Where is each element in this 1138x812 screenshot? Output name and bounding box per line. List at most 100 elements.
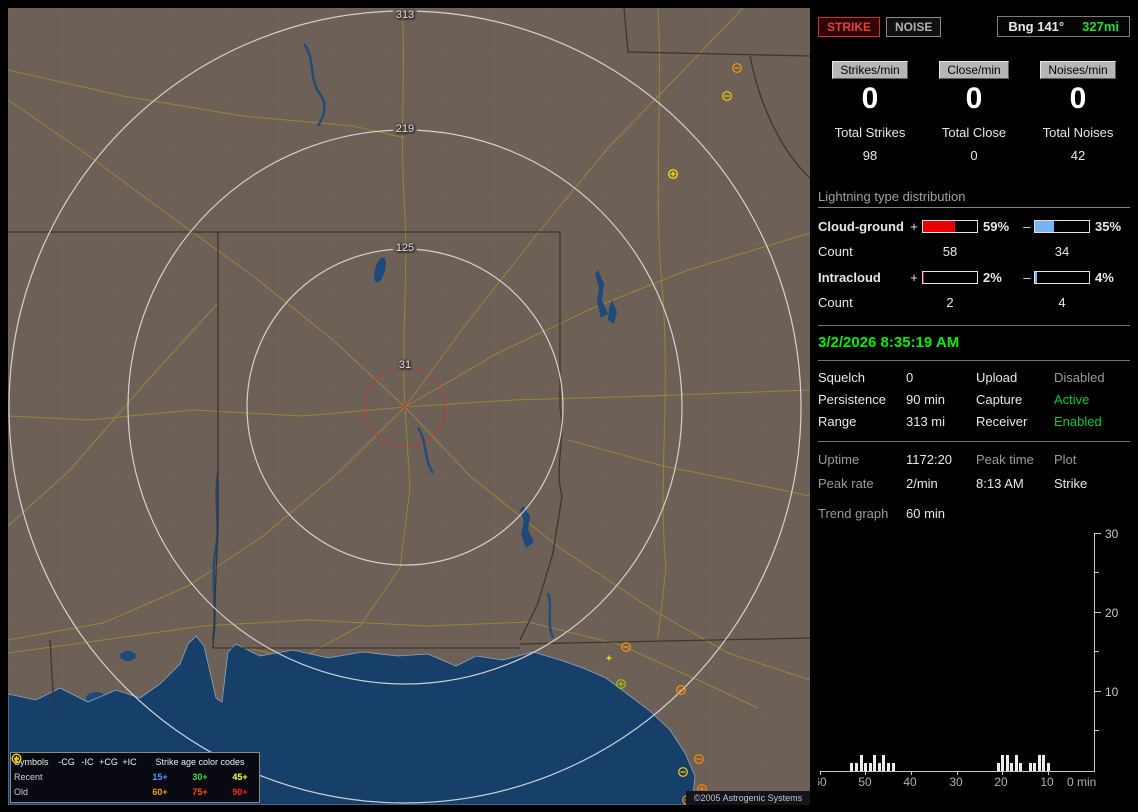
x-tick-20: 20 [994, 775, 1008, 789]
peak-time-value: 8:13 AM [976, 476, 1024, 491]
cloud-ground-label: Cloud-ground [818, 219, 904, 234]
bearing-label: Bng 141° [1008, 19, 1065, 34]
legend-col-neg-cg: -CG [58, 756, 75, 767]
noises-per-min-value: 0 [1069, 82, 1087, 115]
age-45: 45+ [232, 771, 248, 782]
intracloud-row: Intracloud + 2% – 4% [818, 270, 1130, 285]
minus-sign: – [1023, 219, 1031, 234]
trend-plot-area [820, 533, 1095, 772]
cloud-ground-positive-pct: 59% [983, 219, 1010, 234]
receiver-status: Enabled [1054, 414, 1102, 429]
cloud-ground-count-row: Count 58 34 [818, 244, 1130, 259]
total-strikes-label: Total Strikes [834, 125, 906, 140]
age-90: 90+ [232, 786, 248, 797]
capture-label: Capture [976, 392, 1023, 407]
peak-rate-label: Peak rate [818, 476, 874, 491]
strikes-per-min-button[interactable]: Strikes/min [832, 61, 908, 79]
total-noises-value: 42 [1070, 148, 1086, 163]
squelch-label: Squelch [818, 370, 865, 385]
noises-per-min-column: Noises/min 0 Total Noises 42 [1026, 61, 1130, 163]
intracloud-positive-bar [922, 271, 978, 284]
plus-sign: + [910, 219, 918, 234]
control-panel: STRIKE NOISE Bng 141° 327mi Strikes/min … [818, 8, 1130, 805]
noise-mode-button[interactable]: NOISE [886, 16, 942, 37]
rate-counters: Strikes/min 0 Total Strikes 98 Close/min… [818, 61, 1130, 163]
intracloud-positive-pct: 2% [983, 270, 1002, 285]
x-tick-60: 60 [818, 775, 827, 789]
age-30: 30+ [192, 771, 208, 782]
legend-col-pos-ic: +IC [122, 756, 137, 767]
range-label: Range [818, 414, 857, 429]
uptime-value: 1172:20 [906, 452, 953, 467]
capture-status: Active [1054, 392, 1090, 407]
age-15: 15+ [152, 771, 168, 782]
cloud-ground-negative-count: 34 [1054, 244, 1070, 259]
x-tick-50: 50 [858, 775, 872, 789]
bearing-distance: 327mi [1082, 19, 1119, 34]
persistence-label: Persistence [818, 392, 886, 407]
y-tick-30: 30 [1105, 527, 1119, 541]
x-tick-40: 40 [903, 775, 917, 789]
y-tick-20: 20 [1105, 606, 1119, 620]
trend-chart: 30 20 10 60 50 40 30 20 10 0 min [818, 527, 1130, 791]
legend-age-header: Strike age color codes [155, 756, 245, 767]
cloud-ground-row: Cloud-ground + 59% – 35% [818, 219, 1130, 234]
close-per-min-value: 0 [965, 82, 983, 115]
age-75: 75+ [192, 786, 208, 797]
distribution-title: Lightning type distribution [818, 189, 1130, 208]
close-per-min-column: Close/min 0 Total Close 0 [922, 61, 1026, 163]
divider [818, 441, 1130, 442]
datetime-section: 3/2/2026 8:35:19 AM [818, 325, 1130, 361]
plot-value: Strike [1054, 476, 1088, 491]
peak-rate-value: 2/min [906, 476, 938, 491]
noises-per-min-button[interactable]: Noises/min [1040, 61, 1116, 79]
range-ring-label-219: 219 [392, 124, 418, 135]
y-tick-10: 10 [1105, 685, 1119, 699]
strike-mode-button[interactable]: STRIKE [818, 16, 881, 37]
strikes-per-min-value: 0 [861, 82, 879, 115]
total-noises-label: Total Noises [1042, 125, 1114, 140]
current-datetime: 3/2/2026 8:35:19 AM [818, 334, 960, 351]
intracloud-negative-count: 4 [1058, 295, 1066, 310]
legend-old-label: Old [14, 786, 29, 797]
persistence-value: 90 min [906, 392, 946, 407]
map-legend: Symbols -CG -IC +CG +IC Strike age color… [10, 752, 260, 803]
x-tick-30: 30 [949, 775, 963, 789]
cloud-ground-positive-bar [922, 220, 978, 233]
intracloud-count-row: Count 2 4 [818, 295, 1130, 310]
origin-label: 0 min [1067, 775, 1097, 789]
trend-graph-window: 60 min [906, 506, 946, 521]
count-label: Count [818, 244, 853, 259]
range-ring-label-31: 31 [395, 360, 415, 371]
total-close-label: Total Close [941, 125, 1007, 140]
receiver-label: Receiver [976, 414, 1028, 429]
lightning-map[interactable]: 313 219 125 31 Symbols -CG -IC +CG +IC S… [8, 8, 810, 805]
stats-grid: Uptime 1172:20 Peak time Plot Peak rate … [818, 452, 1130, 491]
mode-row: STRIKE NOISE Bng 141° 327mi [818, 16, 1130, 37]
range-value: 313 mi [906, 414, 946, 429]
close-per-min-button[interactable]: Close/min [939, 61, 1009, 79]
intracloud-negative-bar [1034, 271, 1090, 284]
minus-sign: – [1023, 270, 1031, 285]
x-tick-10: 10 [1040, 775, 1054, 789]
legend-recent-label: Recent [14, 771, 43, 782]
legend-col-pos-cg: +CG [99, 756, 118, 767]
age-60: 60+ [152, 786, 168, 797]
total-close-value: 0 [970, 148, 978, 163]
plus-sign: + [910, 270, 918, 285]
cloud-ground-positive-count: 58 [942, 244, 958, 259]
range-ring-label-125: 125 [392, 243, 418, 254]
uptime-label: Uptime [818, 452, 860, 467]
intracloud-label: Intracloud [818, 270, 881, 285]
upload-label: Upload [976, 370, 1018, 385]
range-ring-label-313: 313 [392, 10, 418, 21]
copyright-text: ©2005 Astrogenic Systems [686, 791, 810, 805]
intracloud-negative-pct: 4% [1095, 270, 1114, 285]
cloud-ground-negative-pct: 35% [1095, 219, 1122, 234]
total-strikes-value: 98 [862, 148, 878, 163]
bearing-display: Bng 141° 327mi [997, 16, 1130, 37]
cloud-ground-negative-bar [1034, 220, 1090, 233]
peak-time-label: Peak time [976, 452, 1034, 467]
squelch-value: 0 [906, 370, 914, 385]
intracloud-positive-count: 2 [946, 295, 954, 310]
